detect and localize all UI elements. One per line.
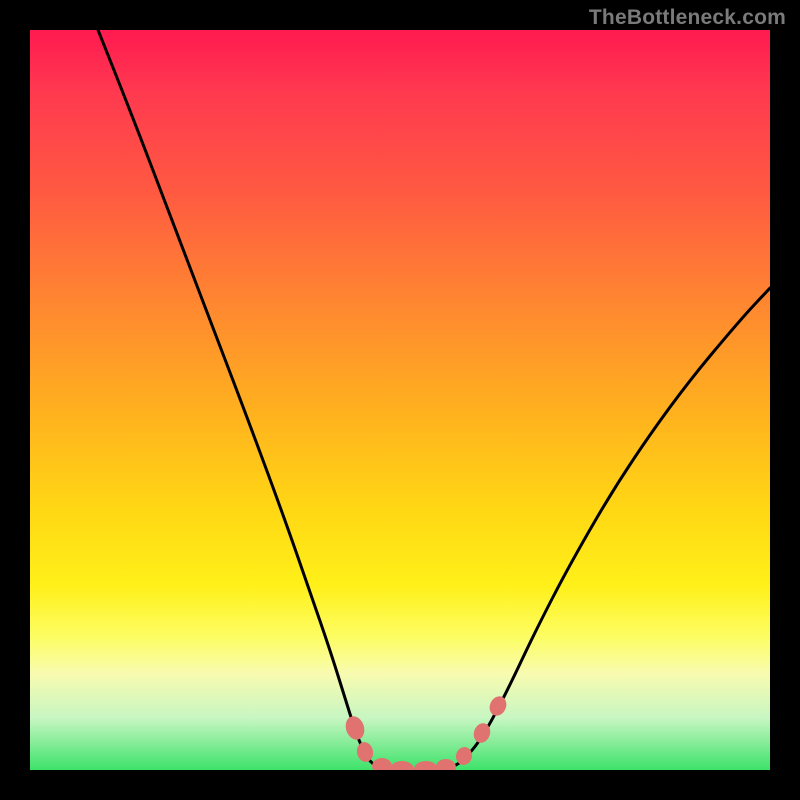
- watermark-text: TheBottleneck.com: [589, 6, 786, 30]
- plot-area: [30, 30, 770, 770]
- chart-svg: [30, 30, 770, 770]
- chart-frame: TheBottleneck.com: [0, 0, 800, 800]
- curve-marker: [372, 758, 392, 770]
- curve-marker: [414, 761, 438, 770]
- curve-marker: [487, 694, 510, 719]
- bottleneck-curve: [98, 30, 770, 770]
- curve-marker: [343, 714, 368, 742]
- curve-marker: [435, 758, 456, 770]
- curve-marker: [390, 761, 414, 770]
- curve-marker: [355, 741, 375, 764]
